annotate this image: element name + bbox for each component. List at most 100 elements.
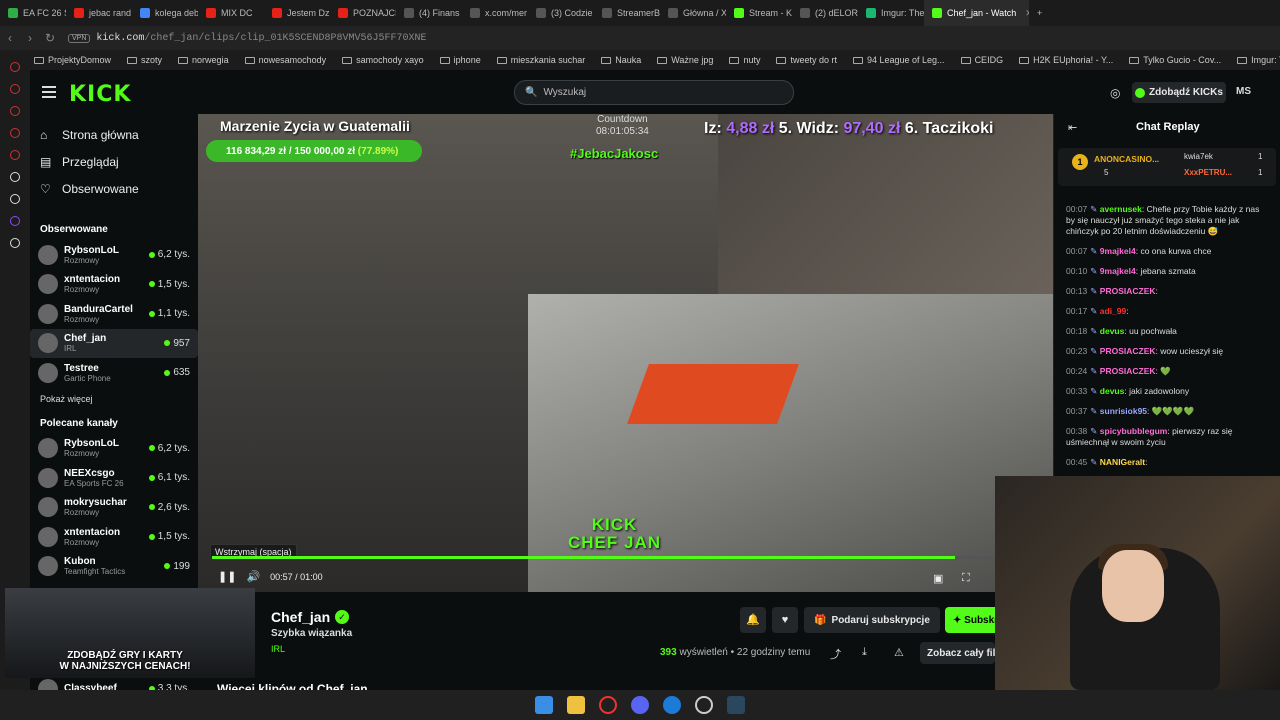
browser-tab[interactable]: (2) dELORI — [792, 0, 858, 26]
message-user[interactable]: 9majkel4 — [1100, 266, 1136, 276]
sidebar-channel[interactable]: mokrysuchar Rozmowy 2,6 tys. — [30, 493, 198, 523]
sidebar-channel[interactable]: Kubon Teamfight Tactics 199 — [30, 552, 198, 582]
forward-icon[interactable]: › — [20, 31, 40, 45]
browser-tab[interactable]: jebac rand — [66, 0, 132, 26]
bookmark-item[interactable]: CEIDG — [960, 55, 1003, 65]
aria-icon[interactable] — [10, 172, 20, 182]
bookmark-item[interactable]: nowesamochody — [244, 55, 326, 65]
message-user[interactable]: spicybubblegum — [1100, 426, 1168, 436]
bookmark-item[interactable]: iphone — [439, 55, 481, 65]
message-user[interactable]: avernusek — [1100, 204, 1142, 214]
bookmark-item[interactable]: samochody xayo — [342, 55, 424, 65]
bookmark-item[interactable]: Imgur: The most a... — [1237, 55, 1280, 65]
obs-icon[interactable] — [695, 696, 713, 714]
reload-icon[interactable]: ↻ — [40, 31, 60, 45]
browser-tab[interactable]: StreamerB — [594, 0, 660, 26]
bookmark-item[interactable]: nuty — [729, 55, 760, 65]
gift-subscription-button[interactable]: 🎁 Podaruj subskrypcje — [804, 607, 940, 633]
browser-tab[interactable]: EA FC 26 S — [0, 0, 66, 26]
notification-icon[interactable]: ◎ — [1110, 86, 1120, 100]
video-player[interactable]: Marzenie Zycia w Guatemalii 116 834,29 z… — [198, 114, 1053, 592]
messenger-icon[interactable] — [10, 62, 20, 72]
message-user[interactable]: adi_99 — [1100, 306, 1126, 316]
sidebar-channel[interactable]: Chef_jan IRL 957 — [30, 328, 198, 358]
message-user[interactable]: sunrisiok95 — [1100, 406, 1147, 416]
message-user[interactable]: devus — [1100, 326, 1125, 336]
follow-heart-icon[interactable]: ♥ — [772, 607, 798, 633]
bookmark-item[interactable]: H2K EUphoria! - Y... — [1019, 55, 1113, 65]
settings-icon[interactable] — [10, 194, 20, 204]
browser-tab[interactable]: kolega deb — [132, 0, 198, 26]
bag-icon[interactable] — [10, 106, 20, 116]
browser-tab[interactable]: POZNAJCI — [330, 0, 396, 26]
message-user[interactable]: 9majkel4 — [1100, 246, 1136, 256]
avatar[interactable]: MS — [1236, 86, 1251, 97]
get-kicks-button[interactable]: Zdobądź KICKs — [1132, 82, 1226, 103]
bookmark-item[interactable]: tweety do rt — [776, 55, 837, 65]
message-user[interactable]: NANIGeralt — [1100, 457, 1145, 467]
kick-logo[interactable]: KICK — [69, 82, 131, 107]
menu-icon[interactable] — [42, 86, 56, 98]
search-input[interactable]: 🔍 Wyszukaj — [514, 80, 794, 105]
bookmark-item[interactable]: Nauka — [601, 55, 641, 65]
message-user[interactable]: PROSIACZEK — [1100, 286, 1156, 296]
twitch-icon[interactable] — [10, 216, 20, 226]
bookmark-item[interactable]: Ważne jpg — [657, 55, 713, 65]
browser-tab[interactable]: Imgur: The — [858, 0, 924, 26]
message-user[interactable]: PROSIACZEK — [1100, 346, 1156, 356]
messenger-icon[interactable] — [663, 696, 681, 714]
new-tab-button[interactable]: + — [1029, 0, 1050, 26]
share-icon[interactable]: ⤴ — [830, 646, 841, 662]
bookmark-item[interactable]: Tylko Gucio - Cov... — [1129, 55, 1221, 65]
sidebar-channel[interactable]: RybsonLoL Rozmowy 6,2 tys. — [30, 240, 198, 270]
windows-start-icon[interactable] — [535, 696, 553, 714]
chat-icon[interactable] — [10, 128, 20, 138]
file-explorer-icon[interactable] — [567, 696, 585, 714]
bookmark-item[interactable]: norwegia — [178, 55, 229, 65]
sidebar-channel[interactable]: BanduraCartel Rozmowy 1,1 tys. — [30, 299, 198, 329]
bookmark-item[interactable]: ProjektyDomow — [34, 55, 111, 65]
collapse-chat-icon[interactable]: ⇤ — [1068, 121, 1077, 134]
pause-icon[interactable]: ❚❚ — [218, 570, 236, 583]
vpn-badge[interactable]: VPN — [68, 33, 91, 43]
browser-tab[interactable]: Chef_jan - Watch ✕ — [924, 0, 1029, 26]
volume-icon[interactable]: 🔊 — [246, 570, 260, 583]
sidebar-channel[interactable]: xntentacion Rozmowy 1,5 tys. — [30, 270, 198, 300]
message-user[interactable]: devus — [1100, 386, 1125, 396]
fullscreen-icon[interactable]: ⛶ — [962, 572, 970, 585]
url-field[interactable]: VPN kick.com/chef_jan/clips/clip_01K5SCE… — [68, 33, 426, 44]
browser-tab[interactable]: Główna / X — [660, 0, 726, 26]
channel-name[interactable]: Chef_jan — [271, 609, 330, 625]
wallet-icon[interactable] — [10, 150, 20, 160]
bookmark-item[interactable]: 94 League of Leg... — [852, 55, 945, 65]
show-more-link[interactable]: Pokaż więcej — [30, 388, 198, 410]
theater-icon[interactable]: ▣ — [933, 572, 943, 585]
see-full-video-button[interactable]: Zobacz cały film — [920, 642, 995, 664]
sidebar-channel[interactable]: RybsonLoL Rozmowy 6,2 tys. — [30, 434, 198, 464]
sidebar-channel[interactable]: xntentacion Rozmowy 1,5 tys. — [30, 522, 198, 552]
browser-tab[interactable]: Stream - K — [726, 0, 792, 26]
browser-tab[interactable]: (3) Codzie — [528, 0, 594, 26]
sidebar-nav-item[interactable]: ▤ Przeglądaj — [30, 148, 198, 175]
message-user[interactable]: PROSIACZEK — [1100, 366, 1156, 376]
history-icon[interactable] — [10, 84, 20, 94]
discord-icon[interactable] — [631, 696, 649, 714]
sidebar-nav-item[interactable]: ♡ Obserwowane — [30, 175, 198, 202]
sidebar-nav-item[interactable]: ⌂ Strona główna — [30, 121, 198, 148]
sidebar-channel[interactable]: NEEXcsgo EA Sports FC 26 6,1 tys. — [30, 463, 198, 493]
back-icon[interactable]: ‹ — [0, 31, 20, 45]
browser-tab[interactable]: (4) Finans — [396, 0, 462, 26]
report-icon[interactable]: ⚠ — [894, 646, 904, 659]
bookmark-item[interactable]: szoty — [127, 55, 162, 65]
video-progress-bar[interactable] — [212, 556, 994, 559]
sidebar-channel[interactable]: Testree Gartic Phone 635 — [30, 358, 198, 388]
browser-tab[interactable]: Jestem Dz — [264, 0, 330, 26]
steam-icon[interactable] — [727, 696, 745, 714]
subscribe-button[interactable]: ✦ Subskrybuj — [945, 607, 995, 633]
browser-tab[interactable]: MIX DC — [198, 0, 264, 26]
opera-icon[interactable] — [599, 696, 617, 714]
browser-tab[interactable]: x.com/mer — [462, 0, 528, 26]
bell-icon[interactable]: 🔔 — [740, 607, 766, 633]
download-icon[interactable]: ⤓ — [862, 646, 867, 659]
bookmark-item[interactable]: mieszkania suchar — [496, 55, 585, 65]
